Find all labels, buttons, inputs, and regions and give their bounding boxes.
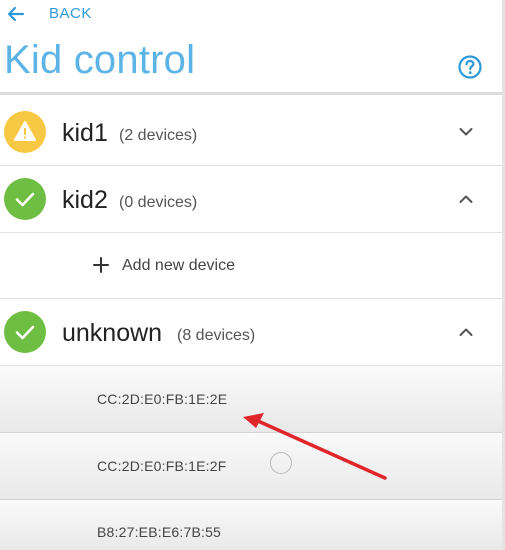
check-icon	[4, 311, 46, 353]
kid-row-unknown[interactable]: unknown (8 devices)	[0, 299, 502, 366]
device-mac-address: CC:2D:E0:FB:1E:2E	[97, 391, 228, 407]
chevron-up-icon[interactable]	[458, 191, 474, 207]
device-count: (2 devices)	[119, 127, 198, 144]
kid-name: kid2	[62, 186, 108, 214]
plus-icon	[93, 257, 109, 273]
kid-name: kid1	[62, 119, 108, 147]
add-device-row[interactable]: Add new device	[0, 233, 502, 299]
device-row[interactable]: B8:27:EB:E6:7B:55	[0, 500, 502, 550]
kid-row-kid2[interactable]: kid2 (0 devices)	[0, 166, 502, 233]
warning-icon	[4, 111, 46, 153]
add-new-device-button[interactable]: Add new device	[122, 257, 235, 275]
device-mac-address: B8:27:EB:E6:7B:55	[97, 524, 222, 540]
back-button[interactable]: BACK	[49, 5, 92, 22]
kid-control-screen: BACK Kid control kid1 (2 devices) kid2 (…	[0, 0, 502, 550]
device-count: (0 devices)	[119, 194, 198, 211]
chevron-up-icon[interactable]	[458, 324, 474, 340]
device-row[interactable]: CC:2D:E0:FB:1E:2E	[0, 366, 502, 433]
device-count: (8 devices)	[177, 327, 256, 344]
top-nav: BACK	[0, 0, 502, 30]
help-circle-icon[interactable]	[457, 54, 483, 80]
check-icon	[4, 178, 46, 220]
kid-row-kid1[interactable]: kid1 (2 devices)	[0, 95, 502, 166]
kid-name: unknown	[62, 319, 163, 347]
back-arrow-icon[interactable]	[6, 4, 26, 24]
chevron-down-icon[interactable]	[458, 124, 474, 140]
device-mac-address: CC:2D:E0:FB:1E:2F	[97, 458, 227, 474]
device-row[interactable]: CC:2D:E0:FB:1E:2F	[0, 433, 502, 500]
page-title: Kid control	[4, 38, 196, 82]
device-select-radio[interactable]	[270, 452, 292, 474]
